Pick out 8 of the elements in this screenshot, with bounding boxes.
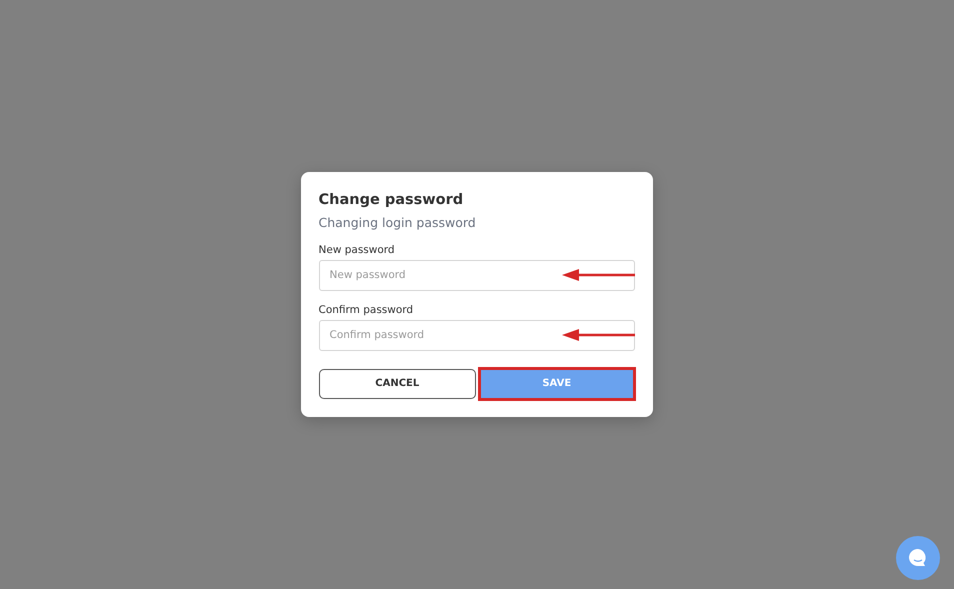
- field-label: Confirm password: [318, 304, 414, 316]
- cancel-button[interactable]: CANCEL: [318, 368, 476, 398]
- field-label: New password: [318, 244, 396, 256]
- password-field[interactable]: New password: [318, 260, 634, 290]
- dialog-title: Change password: [318, 192, 464, 208]
- password-field[interactable]: Confirm password: [318, 320, 634, 350]
- dialog-subtitle: Changing login password: [318, 214, 477, 230]
- chat-button[interactable]: [896, 536, 940, 580]
